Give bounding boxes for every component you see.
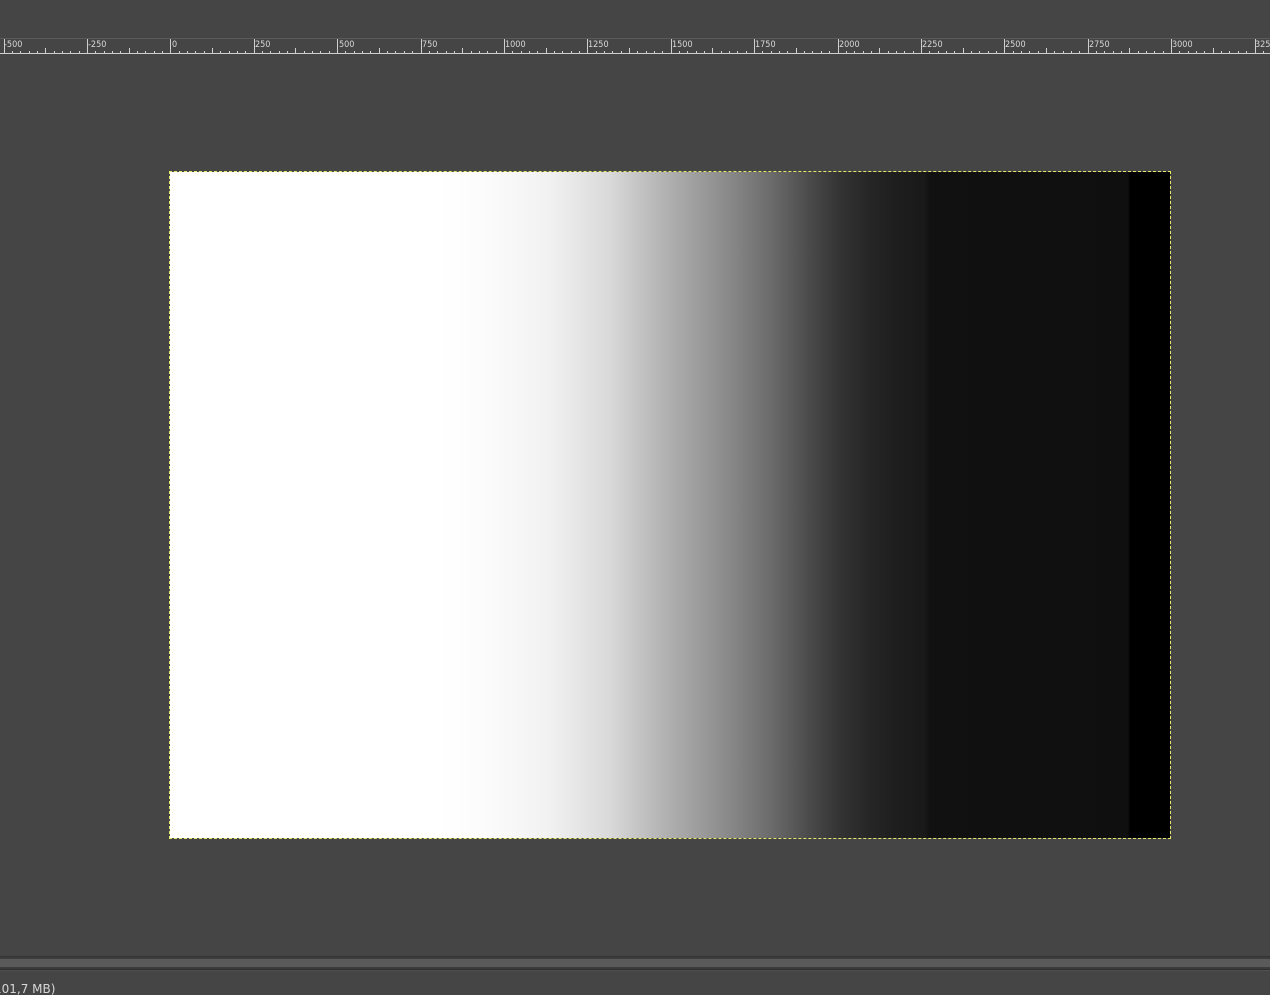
ruler-label: 2250	[922, 40, 943, 50]
image-editor-window: -500 -250 0 250 500 750 1000 1250 1500 1…	[0, 0, 1270, 995]
ruler-tick	[587, 39, 588, 54]
ruler-label: 2000	[839, 40, 860, 50]
ruler-tick	[838, 39, 839, 54]
toolbar-area	[0, 0, 1270, 38]
scrollbar-thumb[interactable]	[0, 959, 1270, 967]
ruler-label: 1750	[755, 40, 776, 50]
ruler-tick	[1255, 39, 1256, 54]
ruler-label: 2750	[1089, 40, 1110, 50]
ruler-tick	[337, 39, 338, 54]
canvas-area[interactable]	[0, 54, 1270, 956]
ruler-tick	[254, 39, 255, 54]
ruler-label: 1250	[588, 40, 609, 50]
ruler-tick	[754, 39, 755, 54]
ruler-tick	[504, 39, 505, 54]
ruler-label: 1500	[672, 40, 693, 50]
ruler-label: -250	[88, 40, 107, 50]
ruler-tick	[671, 39, 672, 54]
image-canvas[interactable]	[170, 172, 1170, 838]
memory-usage-text: 101,7 MB)	[0, 982, 56, 995]
status-bar: 101,7 MB)	[0, 970, 1270, 995]
ruler-tick	[1004, 39, 1005, 54]
ruler-tick	[421, 39, 422, 54]
ruler-tick	[4, 39, 5, 54]
ruler-label: 500	[339, 40, 355, 50]
ruler-label: -500	[4, 40, 23, 50]
ruler-tick	[87, 39, 88, 54]
ruler-label: 3000	[1172, 40, 1193, 50]
ruler-tick	[1171, 39, 1172, 54]
ruler-label: 325	[1255, 40, 1270, 50]
ruler-label: 1000	[505, 40, 526, 50]
ruler-tick	[170, 39, 171, 54]
ruler-label: 0	[172, 40, 178, 50]
horizontal-scrollbar[interactable]	[0, 956, 1270, 970]
ruler-tick	[1088, 39, 1089, 54]
ruler-tick	[921, 39, 922, 54]
ruler-label: 750	[422, 40, 438, 50]
ruler-label: 2500	[1005, 40, 1026, 50]
ruler-label: 250	[255, 40, 271, 50]
horizontal-ruler[interactable]: -500 -250 0 250 500 750 1000 1250 1500 1…	[0, 38, 1270, 54]
